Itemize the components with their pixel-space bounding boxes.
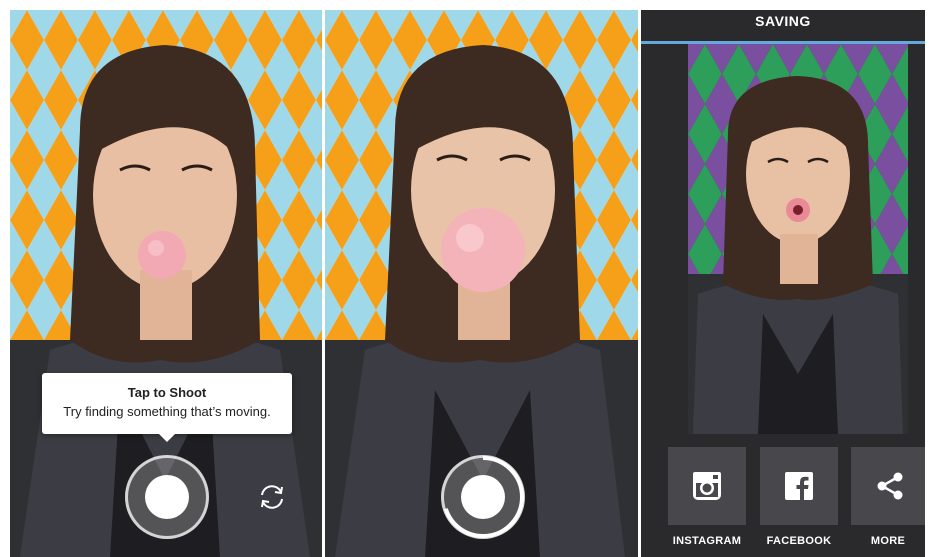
share-more-button[interactable] xyxy=(851,447,925,525)
share-instagram-button[interactable] xyxy=(668,447,746,525)
tooltip-title: Tap to Shoot xyxy=(127,385,207,400)
saving-title: SAVING xyxy=(755,13,811,29)
instagram-icon xyxy=(693,472,721,500)
facebook-icon xyxy=(785,472,813,500)
more-label: MORE xyxy=(870,535,906,547)
tap-to-shoot-tooltip: Tap to Shoot Try finding something that’… xyxy=(42,373,292,442)
shutter-inner-circle xyxy=(145,475,189,519)
camera-screen-panel-1: Tap to Shoot Try finding something that’… xyxy=(10,10,322,557)
facebook-label: FACEBOOK xyxy=(766,535,832,547)
saving-screen-panel: SAVING INSTAGRAM FACEBOOK MORE xyxy=(641,10,925,557)
share-icon xyxy=(877,472,903,500)
tooltip-text: Try finding something that’s moving. xyxy=(63,404,271,419)
shutter-inner-circle xyxy=(461,475,505,519)
flip-camera-icon[interactable] xyxy=(257,482,287,512)
shutter-button[interactable] xyxy=(125,455,209,539)
shutter-button-recording[interactable] xyxy=(441,455,525,539)
person-photo xyxy=(688,76,908,434)
instagram-label: INSTAGRAM xyxy=(672,535,742,547)
boomerang-preview xyxy=(688,44,908,434)
share-facebook-button[interactable] xyxy=(760,447,838,525)
camera-screen-panel-2 xyxy=(325,10,638,557)
